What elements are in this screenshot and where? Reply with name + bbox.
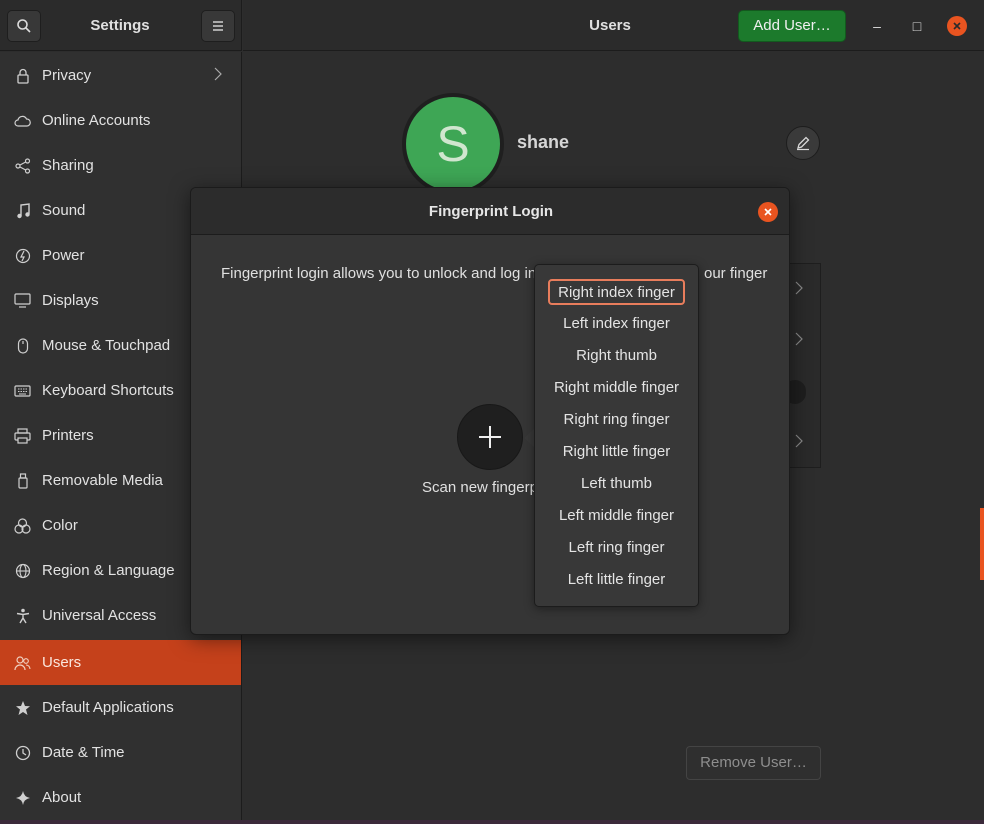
dialog-close-button[interactable]: [758, 202, 778, 222]
sidebar-item-label: Region & Language: [42, 562, 175, 579]
sidebar-header: Settings: [0, 0, 242, 51]
sidebar-item-label: Sharing: [42, 157, 94, 174]
sidebar-item-sharing[interactable]: Sharing: [0, 143, 241, 188]
sparkle-icon: [14, 789, 31, 806]
printer-icon: [14, 427, 31, 444]
sidebar-item-users[interactable]: Users: [0, 640, 241, 685]
mouse-icon: [14, 337, 31, 354]
dialog-description: Fingerprint login allows you to unlock a…: [221, 265, 767, 282]
color-icon: [14, 517, 31, 534]
chevron-right-icon: [795, 434, 803, 448]
display-icon: [14, 292, 31, 309]
settings-window: Settings Users Add User… – □ Privacy Onl…: [0, 0, 984, 820]
dialog-header: Fingerprint Login: [191, 188, 789, 235]
user-name[interactable]: shane: [517, 132, 569, 153]
music-note-icon: [14, 202, 31, 219]
sidebar-item-label: Color: [42, 517, 78, 534]
finger-option-right-thumb[interactable]: Right thumb: [535, 342, 698, 370]
sidebar-item-label: Users: [42, 654, 82, 671]
scan-fingerprint-button[interactable]: [457, 404, 523, 470]
finger-option-left-ring[interactable]: Left ring finger: [535, 534, 698, 562]
sidebar-item-label: Default Applications: [42, 699, 174, 716]
cloud-icon: [14, 112, 31, 129]
minimize-button[interactable]: –: [867, 16, 887, 36]
avatar[interactable]: S: [406, 97, 500, 191]
sidebar-item-label: Printers: [42, 427, 94, 444]
remove-user-button[interactable]: Remove User…: [686, 746, 821, 780]
scan-fingerprint-label: Scan new fingerp: [422, 479, 538, 496]
search-button[interactable]: [7, 10, 41, 42]
clock-icon: [14, 744, 31, 761]
sidebar-title: Settings: [90, 17, 150, 34]
sidebar-item-privacy[interactable]: Privacy: [0, 53, 241, 98]
sidebar-item-online-accounts[interactable]: Online Accounts: [0, 98, 241, 143]
plus-icon: [479, 426, 501, 448]
sidebar-item-label: About: [42, 789, 82, 806]
fingerprint-dialog: Fingerprint Login Fingerprint login allo…: [190, 187, 790, 635]
share-icon: [14, 157, 31, 174]
dialog-description-start: Fingerprint login allows you to unlock a…: [221, 265, 537, 282]
sidebar-item-label: Privacy: [42, 67, 92, 84]
finger-option-left-little[interactable]: Left little finger: [535, 566, 698, 594]
minimize-icon: –: [873, 18, 881, 34]
sidebar-item-about[interactable]: About: [0, 775, 241, 820]
keyboard-icon: [14, 382, 31, 399]
maximize-button[interactable]: □: [907, 16, 927, 36]
main-header: Users Add User… – □: [243, 0, 984, 51]
accessibility-icon: [14, 607, 31, 624]
hamburger-icon: [213, 21, 223, 31]
finger-option-right-ring[interactable]: Right ring finger: [535, 406, 698, 434]
sidebar-item-label: Mouse & Touchpad: [42, 337, 171, 354]
edit-avatar-button[interactable]: [786, 126, 820, 160]
page-title: Users: [589, 17, 631, 34]
dialog-title: Fingerprint Login: [428, 203, 554, 220]
close-icon: [953, 22, 961, 30]
sidebar-item-label: Displays: [42, 292, 99, 309]
finger-option-left-thumb[interactable]: Left thumb: [535, 470, 698, 498]
sidebar-item-label: Removable Media: [42, 472, 163, 489]
sidebar-item-label: Power: [42, 247, 85, 264]
globe-icon: [14, 562, 31, 579]
finger-select-popover: Right index finger Left index finger Rig…: [534, 264, 699, 607]
power-icon: [14, 247, 31, 264]
sidebar-item-label: Date & Time: [42, 744, 125, 761]
sidebar-item-date-time[interactable]: Date & Time: [0, 730, 241, 775]
sidebar-item-label: Online Accounts: [42, 112, 151, 129]
chevron-right-icon: [795, 281, 803, 295]
close-icon: [764, 208, 772, 216]
chevron-right-icon: [214, 67, 226, 84]
sidebar-item-label: Universal Access: [42, 607, 157, 624]
window-close-button[interactable]: [947, 16, 967, 36]
scrollbar-thumb[interactable]: [980, 508, 984, 580]
finger-option-right-index[interactable]: Right index finger: [548, 279, 685, 305]
account-settings-list: [784, 263, 821, 468]
search-icon: [17, 19, 31, 33]
chevron-right-icon: [795, 332, 803, 346]
dialog-description-end: our finger: [704, 265, 768, 282]
star-icon: [14, 699, 31, 716]
finger-option-left-middle[interactable]: Left middle finger: [535, 502, 698, 530]
lock-icon: [14, 67, 31, 84]
pencil-icon: [797, 136, 810, 151]
finger-option-right-middle[interactable]: Right middle finger: [535, 374, 698, 402]
add-user-button[interactable]: Add User…: [738, 10, 846, 42]
finger-option-left-index[interactable]: Left index finger: [535, 310, 698, 338]
maximize-icon: □: [912, 18, 922, 34]
menu-button[interactable]: [201, 10, 235, 42]
sidebar-item-label: Sound: [42, 202, 86, 219]
users-icon: [14, 654, 31, 671]
sidebar-item-label: Keyboard Shortcuts: [42, 382, 174, 399]
finger-option-right-little[interactable]: Right little finger: [535, 438, 698, 466]
usb-drive-icon: [14, 472, 31, 489]
sidebar-item-default-applications[interactable]: Default Applications: [0, 685, 241, 730]
